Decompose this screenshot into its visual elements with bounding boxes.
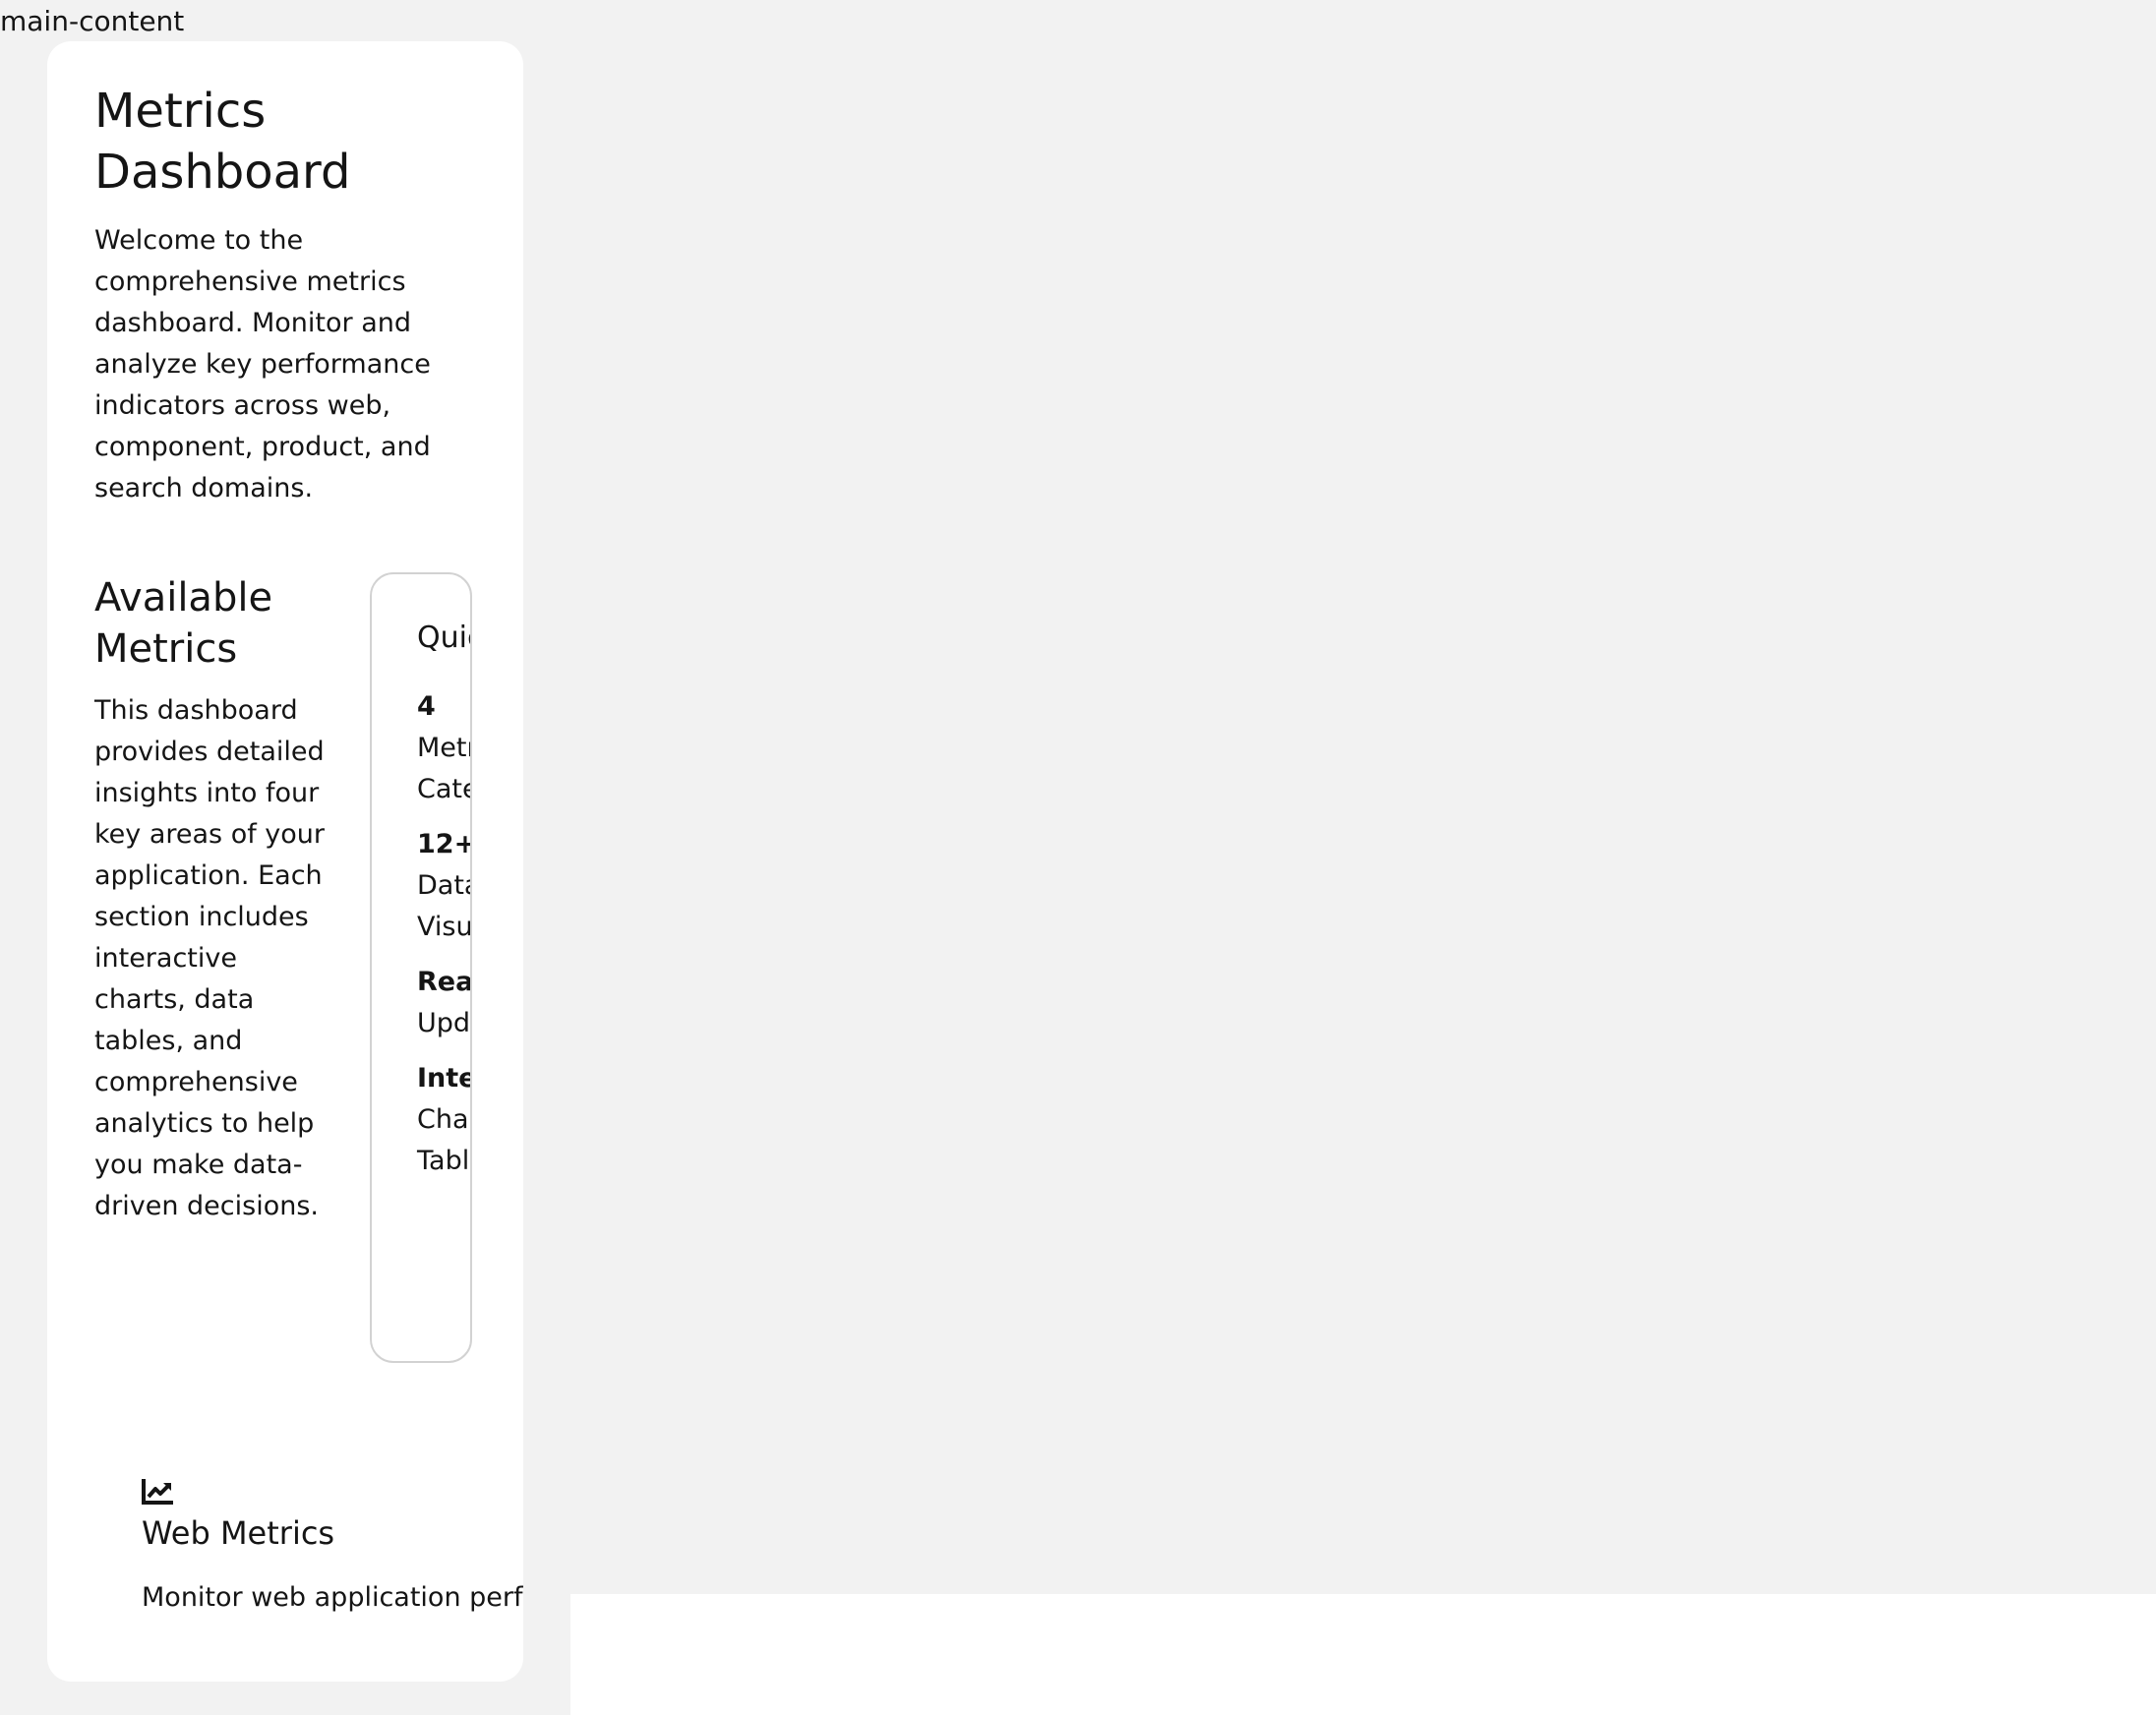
stat-value: Real-time [417, 967, 472, 997]
stat-value: 4 [417, 691, 436, 722]
available-metrics-heading: Available Metrics [94, 575, 273, 672]
quick-stats-title: Quick Stats [417, 621, 470, 655]
stat-value: 12+ [417, 829, 472, 859]
stat-item-updates: Real-time Updates [417, 962, 472, 1044]
stat-label: Data Visualizations [417, 870, 472, 942]
web-metrics-heading: Web Metrics [142, 1514, 335, 1552]
available-metrics-description: This dashboard provides detailed insight… [94, 695, 326, 1221]
content-panel [570, 1594, 2156, 1715]
stat-item-categories: 4 Metric Categories [417, 686, 470, 810]
stat-value: Interactive [417, 1063, 470, 1094]
stat-label: Updates [417, 1008, 471, 1038]
stat-label: Metric Categories [417, 733, 470, 804]
chart-line-icon [142, 1479, 173, 1505]
quick-stats-card: Quick Stats 4 Metric Categories 12+ Data… [370, 572, 472, 1363]
stat-item-interactive: Interactive Charts & Tables [417, 1058, 470, 1182]
web-metrics-section[interactable]: Web Metrics Monitor web application perf… [142, 1477, 523, 1619]
skip-to-main-content-link[interactable]: main-content [0, 4, 184, 39]
stat-item-visualizations: 12+ Data Visualizations [417, 824, 472, 948]
web-metrics-description: Monitor web application performance, use… [142, 1582, 523, 1613]
page-title: Metrics Dashboard [94, 84, 351, 200]
intro-text: Welcome to the comprehensive metrics das… [94, 225, 431, 503]
dashboard-intro-card: Metrics Dashboard Welcome to the compreh… [47, 41, 523, 1682]
stat-label: Charts & Tables [417, 1104, 470, 1176]
